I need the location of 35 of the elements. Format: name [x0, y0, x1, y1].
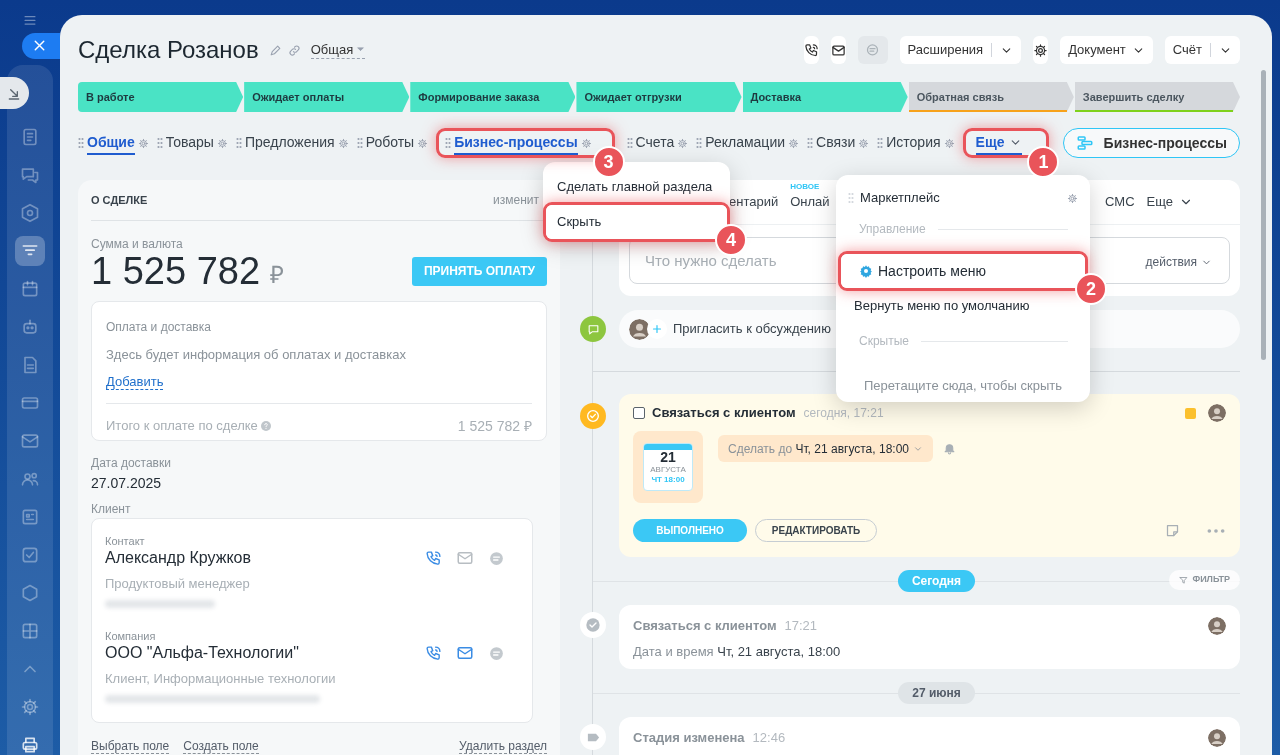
field-label: Сумма и валюта [91, 236, 184, 253]
panel-title: Оплата и доставка [106, 319, 212, 336]
new-label: НОВОЕ [790, 181, 821, 193]
client-type: Компания [105, 630, 156, 643]
event-text: Дата и время Чт, 21 августа, 18:00 [633, 642, 842, 661]
client-name: Александр Кружков [105, 548, 251, 568]
menu-heading: Управление [859, 221, 926, 238]
client-name: ООО "Альфа-Технологии" [105, 643, 299, 663]
field-label: Дата доставки [91, 456, 172, 470]
event-title: Связаться с клиентом [633, 617, 777, 635]
client-role: Клиент, Информационные технологии [105, 671, 336, 687]
amount-value: 1 525 782 [91, 252, 261, 290]
task-time: сегодня, 17:21 [803, 405, 884, 422]
section-title: О СДЕЛКЕ [91, 192, 148, 208]
total-value: 1 525 782 ₽ [457, 416, 532, 436]
info-text: Здесь будет информация об оплатах и доставках [106, 346, 407, 364]
task-title: Связаться с клиентом [652, 404, 796, 423]
currency-sign: ₽ [270, 263, 285, 287]
client-type: Контакт [105, 535, 145, 548]
total-label: Итого к оплате по сделке [106, 417, 258, 436]
field-label: Клиент [91, 502, 132, 516]
drop-hint: Перетащите сюда, чтобы скрыть [863, 377, 1063, 395]
step-badge: 1 [1027, 146, 1060, 178]
calendar-day: 21 [660, 450, 676, 465]
client-role: Продуктовый менеджер [105, 576, 250, 592]
menu-heading: Скрытые [859, 333, 909, 350]
calendar-month: АВГУСТА [650, 465, 686, 475]
deal-title: Сделка Розанов [78, 35, 259, 65]
step-badge: 3 [592, 146, 625, 178]
event-time: 17:21 [784, 617, 818, 635]
field-value: 27.07.2025 [91, 474, 163, 492]
calendar-time: ЧТ 18:00 [651, 475, 685, 485]
invite-text: Пригласить к обсуждению [673, 320, 831, 339]
event-title: Стадия изменена [633, 729, 745, 747]
event-time: 12:46 [752, 729, 786, 747]
